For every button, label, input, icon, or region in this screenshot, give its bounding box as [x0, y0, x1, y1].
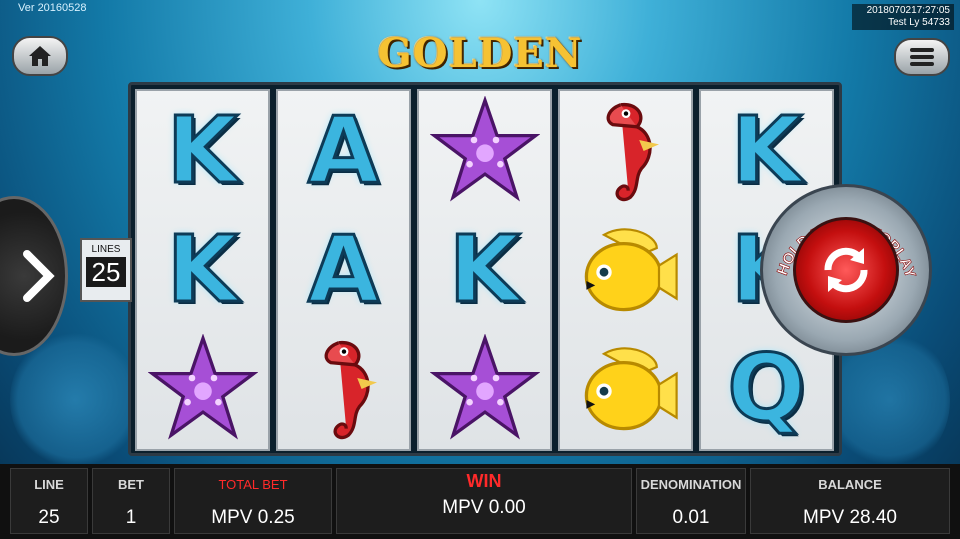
seahorse-symbol [278, 329, 409, 448]
reel-area: KKAAKKKQ [128, 82, 842, 456]
denomination-panel[interactable]: DENOMINATION 0.01 [636, 468, 746, 534]
letter-k-symbol: K [447, 215, 521, 323]
seahorse-symbol [560, 91, 691, 210]
line-panel: LINE 25 [10, 468, 88, 534]
refresh-icon [824, 247, 868, 293]
bet-value: 1 [125, 507, 137, 528]
line-value: 25 [38, 507, 60, 528]
starfish-symbol [137, 329, 268, 448]
total-bet-label: TOTAL BET [218, 477, 288, 492]
line-label: LINE [34, 477, 64, 492]
bet-label: BET [118, 477, 144, 492]
reel-2: AA [276, 89, 411, 451]
letter-a-symbol: A [306, 215, 380, 323]
fish-symbol [560, 329, 691, 448]
starfish-symbol [419, 329, 550, 448]
timestamp: 2018070217:27:05 [866, 5, 950, 16]
balance-value: MPV 28.40 [803, 507, 897, 528]
letter-symbol: K [137, 210, 268, 329]
denomination-label: DENOMINATION [640, 477, 742, 492]
home-button[interactable] [12, 36, 68, 76]
win-value: MPV 0.00 [442, 497, 526, 518]
lines-value: 25 [86, 257, 126, 287]
denomination-value: 0.01 [672, 507, 710, 528]
session-info: 2018070217:27:05 Test Ly 54733 [852, 4, 954, 30]
autoplay-spin-button[interactable]: HOLD FOR AUTOPLAY [760, 184, 932, 356]
bottom-bar: LINE 25 BET 1 TOTAL BET MPV 0.25 WIN MPV… [0, 464, 960, 539]
home-icon [29, 46, 51, 66]
letter-symbol: K [137, 91, 268, 210]
chevron-right-icon [23, 250, 55, 302]
letter-a-symbol: A [306, 96, 380, 204]
letter-k-symbol: K [165, 96, 239, 204]
starfish-symbol [419, 91, 550, 210]
win-panel: WIN MPV 0.00 [336, 468, 632, 534]
letter-k-symbol: K [165, 215, 239, 323]
letter-symbol: K [419, 210, 550, 329]
lines-label: LINES [91, 244, 121, 255]
user-label: Test Ly 54733 [888, 17, 950, 28]
letter-symbol: A [278, 91, 409, 210]
balance-label: BALANCE [818, 477, 882, 492]
version-text: Ver 20160528 [18, 2, 87, 14]
reel-1: KK [135, 89, 270, 451]
hamburger-menu-icon [910, 48, 934, 66]
fish-symbol [560, 210, 691, 329]
letter-k-symbol: K [729, 96, 803, 204]
bet-panel[interactable]: BET 1 [92, 468, 170, 534]
letter-q-symbol: Q [726, 334, 807, 442]
reel-3: K [417, 89, 552, 451]
spin-core[interactable] [793, 217, 899, 323]
win-label: WIN [466, 471, 502, 491]
lines-indicator[interactable]: LINES 25 [80, 238, 132, 302]
balance-panel: BALANCE MPV 28.40 [750, 468, 950, 534]
menu-button[interactable] [894, 38, 950, 76]
total-bet-value: MPV 0.25 [211, 507, 295, 528]
reel-4 [558, 89, 693, 451]
total-bet-panel: TOTAL BET MPV 0.25 [174, 468, 332, 534]
letter-symbol: A [278, 210, 409, 329]
